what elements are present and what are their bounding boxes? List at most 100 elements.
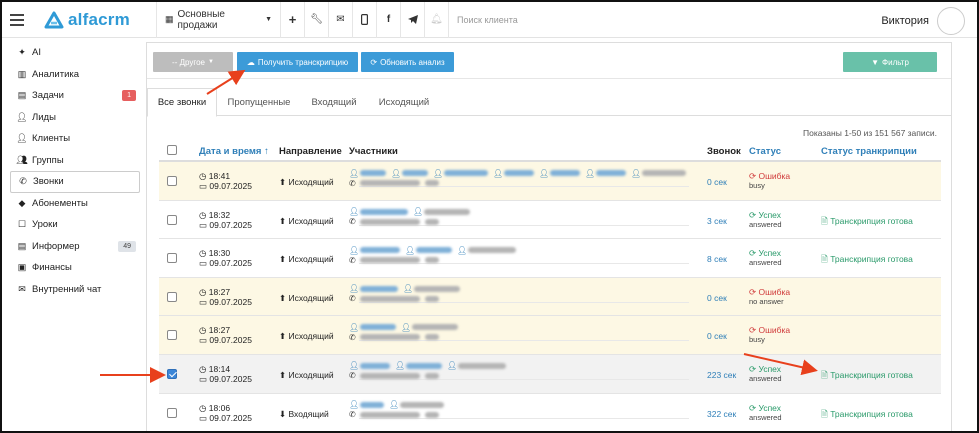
participant-name[interactable] <box>504 170 534 176</box>
call-time: 18:27 <box>208 286 231 297</box>
participant-name[interactable] <box>458 362 506 369</box>
sidebar-item-subscriptions[interactable]: ◆ Абонементы <box>10 193 140 215</box>
tabs: Все звонки Пропущенные Входящий Исходящи… <box>147 88 951 117</box>
document-icon: 🗎︎ <box>821 408 831 419</box>
row-checkbox[interactable] <box>167 214 177 225</box>
call-time: 18:06 <box>208 402 231 413</box>
status-cell: ⟳ Ошибка no answer <box>749 287 790 307</box>
sidebar-item-chat[interactable]: ✉ Внутренний чат <box>10 279 140 301</box>
participant-name[interactable] <box>444 170 488 176</box>
sidebar-item-calls[interactable]: ✆ Звонки <box>10 171 140 193</box>
logo[interactable]: alfacrm <box>44 10 138 30</box>
row-checkbox[interactable] <box>167 176 177 186</box>
other-dropdown-button[interactable]: -- Другое ▼ <box>153 52 233 72</box>
row-checkbox[interactable] <box>167 368 177 379</box>
column-datetime[interactable]: Дата и время ↑ <box>199 146 269 157</box>
participant-name[interactable] <box>360 208 408 215</box>
sidebar-item-clients[interactable]: 👤︎ Клиенты <box>10 128 140 150</box>
row-checkbox[interactable] <box>167 330 177 341</box>
select-all-checkbox[interactable] <box>167 145 177 155</box>
table-row[interactable]: ◷ 18:30 ▭ 09.07.2025 ⬆ Исходящий 👤︎ 👤︎ 👤︎ ✆ 8 с… <box>159 239 941 278</box>
sidebar-item-label: Звонки <box>33 176 64 188</box>
sidebar-item-tasks[interactable]: ▤ Задачи 1 <box>10 85 140 107</box>
telegram-icon[interactable] <box>401 2 425 38</box>
participant-name[interactable] <box>360 247 400 254</box>
participant-name[interactable] <box>360 362 390 369</box>
divider <box>359 340 689 342</box>
transcription-ready-link[interactable]: 🗎︎ Транскрипция готова <box>821 409 913 423</box>
table-row[interactable]: ◷ 18:41 ▭ 09.07.2025 ⬆ Исходящий 👤︎ 👤︎ 👤︎ 👤︎ 👤︎… <box>159 162 941 201</box>
table-row[interactable]: ◷ 18:27 ▭ 09.07.2025 ⬆ Исходящий 👤︎ 👤︎ ✆ 0 сек… <box>159 277 941 317</box>
participant-name[interactable] <box>414 285 460 292</box>
sidebar-item-groups[interactable]: 👥︎ Группы <box>10 150 140 172</box>
column-transcription-status[interactable]: Статус транкрипции <box>821 146 917 157</box>
wrench-icon[interactable]: 🔧︎ <box>305 2 329 38</box>
calendar-icon: ☐ <box>17 219 27 230</box>
participant-name[interactable] <box>550 170 580 176</box>
sidebar-item-finance[interactable]: ▣ Финансы <box>10 257 140 279</box>
call-duration-link[interactable]: 322 сек <box>707 409 736 419</box>
sidebar-item-analytics[interactable]: ▥ Аналитика <box>10 64 140 86</box>
tab-missed[interactable]: Пропущенные <box>219 88 299 116</box>
participant-name[interactable] <box>360 170 386 176</box>
divider <box>359 417 689 419</box>
row-checkbox[interactable] <box>167 407 177 418</box>
mobile-icon[interactable] <box>353 2 377 38</box>
participant-name[interactable] <box>400 401 444 408</box>
participant-name[interactable] <box>416 247 452 254</box>
call-duration-link[interactable]: 0 сек <box>707 177 727 187</box>
clipboard-icon: ▤ <box>17 90 27 101</box>
employee-name <box>360 295 420 302</box>
transcription-ready-link[interactable]: 🗎︎ Транскрипция готова <box>821 216 913 230</box>
chat-icon: ✉ <box>18 283 26 294</box>
branch-selector[interactable]: ▦ Основные продажи ▼ <box>157 2 281 38</box>
plus-icon[interactable]: + <box>281 2 305 38</box>
transcription-ready-link[interactable]: 🗎︎ Транскрипция готова <box>821 254 913 268</box>
participant-name[interactable] <box>642 170 686 176</box>
sidebar-item-lessons[interactable]: ☐ Уроки <box>10 214 140 236</box>
transcription-ready-link[interactable]: 🗎︎ Транскрипция готова <box>821 370 913 384</box>
user-menu[interactable]: Виктория <box>881 7 965 35</box>
tab-outgoing[interactable]: Исходящий <box>369 88 439 116</box>
sidebar-item-leads[interactable]: 👤︎ Лиды <box>10 107 140 129</box>
table-row[interactable]: ◷ 18:32 ▭ 09.07.2025 ⬆ Исходящий 👤︎ 👤︎ ✆ 3 сек… <box>159 201 941 240</box>
filter-button[interactable]: ▼ Фильтр <box>843 52 937 72</box>
participant-name[interactable] <box>360 401 384 408</box>
participants-cell: 👤︎ 👤︎ 👤︎ ✆ <box>349 361 689 381</box>
participant-name[interactable] <box>468 247 516 254</box>
participant-name[interactable] <box>424 208 470 215</box>
participant-name[interactable] <box>412 324 458 331</box>
get-transcription-button[interactable]: ☁ Получить транскрипцию <box>237 52 358 72</box>
sidebar-item-informer[interactable]: ▤ Информер 49 <box>10 236 140 258</box>
tab-all-calls[interactable]: Все звонки <box>147 88 217 117</box>
call-duration-link[interactable]: 223 сек <box>707 370 736 380</box>
refresh-analysis-button[interactable]: ⟳ Обновить анализ <box>361 52 454 72</box>
participant-name[interactable] <box>596 170 626 176</box>
menu-icon[interactable] <box>10 13 24 26</box>
call-duration-link[interactable]: 0 сек <box>707 293 727 303</box>
direction-label: Входящий <box>288 408 329 419</box>
employee-name <box>360 372 420 379</box>
participant-name[interactable] <box>360 285 398 292</box>
table-row[interactable]: ◷ 18:27 ▭ 09.07.2025 ⬆ Исходящий 👤︎ 👤︎ ✆ 0 сек… <box>159 316 941 355</box>
mail-icon[interactable]: ✉ <box>329 2 353 38</box>
call-duration-link[interactable]: 0 сек <box>707 331 727 341</box>
status-cell: ⟳ Успех answered <box>749 364 782 384</box>
row-checkbox[interactable] <box>167 291 177 302</box>
facebook-icon[interactable]: f <box>377 2 401 38</box>
table-row[interactable]: ◷ 18:14 ▭ 09.07.2025 ⬆ Исходящий 👤︎ 👤︎ 👤︎ ✆ 223… <box>159 354 941 394</box>
column-status[interactable]: Статус <box>749 146 781 157</box>
sidebar-item-ai[interactable]: ✦ AI <box>10 42 140 64</box>
bell-icon[interactable]: 🔔︎ <box>425 2 449 38</box>
participant-name[interactable] <box>360 324 396 331</box>
participant-name[interactable] <box>406 362 442 369</box>
call-duration-link[interactable]: 3 сек <box>707 216 727 226</box>
avatar[interactable] <box>937 7 965 35</box>
participant-name[interactable] <box>402 170 428 176</box>
row-checkbox[interactable] <box>167 253 177 264</box>
search-input[interactable]: Поиск клиента <box>457 15 518 25</box>
sidebar-item-label: Аналитика <box>32 68 80 80</box>
tab-incoming[interactable]: Входящий <box>301 88 367 116</box>
call-duration-link[interactable]: 8 сек <box>707 254 727 264</box>
table-row[interactable]: ◷ 18:06 ▭ 09.07.2025 ⬇ Входящий 👤︎ 👤︎ ✆ 322 се… <box>159 394 941 431</box>
